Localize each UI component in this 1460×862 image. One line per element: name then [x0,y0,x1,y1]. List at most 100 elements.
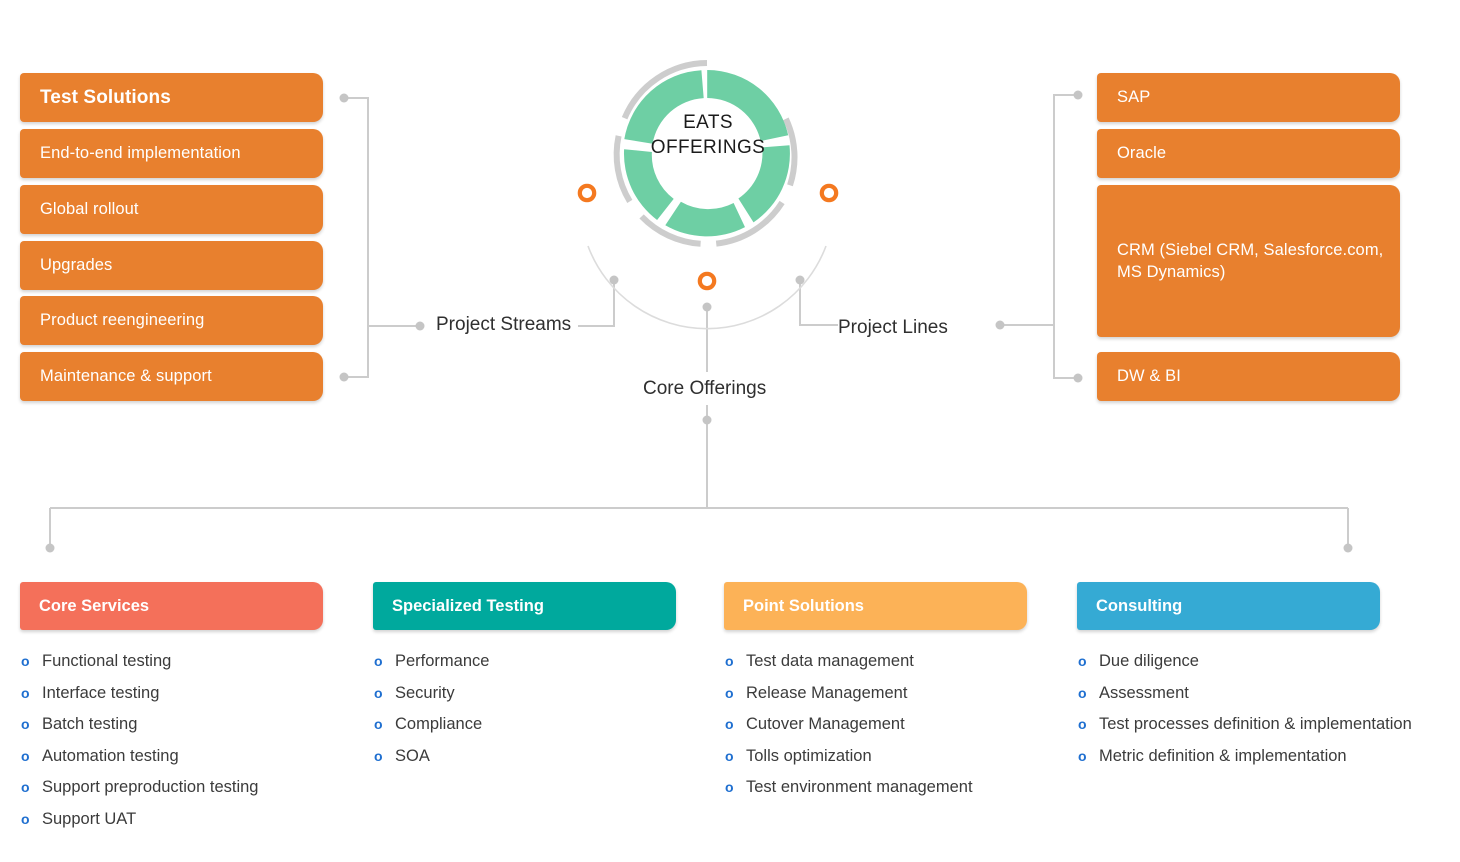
list-item-label: Support UAT [42,809,137,828]
list-item[interactable]: o Compliance [373,715,489,734]
list-item[interactable]: o Functional testing [20,652,258,671]
core-offerings-column-header-1[interactable]: Specialized Testing [373,582,676,630]
list-item-label: Functional testing [42,652,172,670]
pill-label: DW & BI [1117,367,1181,386]
list-item[interactable]: o SOA [373,747,489,766]
core-offerings-list-1: o Performance o Security o Compliance o SOA [373,652,489,778]
list-item-label: Security [395,683,455,702]
column-title: Point Solutions [743,596,864,615]
bullet-icon: o [1078,716,1087,732]
core-offerings-list-0: o Functional testing o Interface testing o… [20,652,258,841]
list-item-label: Batch testing [42,715,138,733]
pill-label: End-to-end implementation [40,144,241,163]
bullet-icon: o [21,810,30,827]
bullet-icon: o [374,747,383,764]
pill-label: Oracle [1117,144,1167,163]
core-offerings-column-header-2[interactable]: Point Solutions [724,582,1027,630]
bullet-icon: o [725,716,734,732]
donut-svg [577,60,839,291]
column-title: Core Services [39,596,150,615]
marker-left-icon [577,183,597,203]
list-item-label: Automation testing [42,746,179,765]
bullet-icon: o [21,653,30,669]
pill-label: Test Solutions [40,86,171,108]
project-streams-item-1[interactable]: End-to-end implementation [20,129,323,178]
list-item[interactable]: o Support UAT [20,810,258,829]
list-item-label: Cutover Management [746,715,905,733]
core-offerings-column-header-3[interactable]: Consulting [1077,582,1380,630]
list-item[interactable]: o Test environment management [724,778,973,797]
list-item[interactable]: o Metric definition & implementation [1077,747,1412,766]
project-lines-item-0[interactable]: SAP [1097,73,1400,122]
donut-segments [623,70,790,237]
list-item[interactable]: o Tolls optimization [724,747,973,766]
right-bracket [1053,94,1078,379]
list-item-label: SOA [395,746,430,765]
pill-label: Product reengineering [40,311,205,330]
bullet-icon: o [1078,684,1087,701]
list-item-label: Test data management [746,652,914,670]
project-streams-item-0[interactable]: Test Solutions [20,73,323,122]
diagram-canvas: EATS OFFERINGS Project Streams Project L… [0,0,1460,862]
bullet-icon: o [725,747,734,764]
project-streams-item-2[interactable]: Global rollout [20,185,323,234]
list-item-label: Support preproduction testing [42,778,259,796]
core-offerings-list-3: o Due diligence o Assessment o Test process… [1077,652,1412,778]
list-item[interactable]: o Security [373,684,489,703]
bullet-icon: o [21,716,30,732]
list-item[interactable]: o Test processes definition & implementat… [1077,715,1412,734]
list-item-label: Tolls optimization [746,746,872,765]
list-item[interactable]: o Due diligence [1077,652,1412,671]
list-item-label: Assessment [1099,683,1189,702]
list-item[interactable]: o Automation testing [20,747,258,766]
bullet-icon: o [1078,747,1087,764]
list-item-label: Performance [395,652,490,670]
bullet-icon: o [374,716,383,732]
project-lines-item-2[interactable]: CRM (Siebel CRM, Salesforce.com, MS Dyna… [1097,185,1400,337]
list-item[interactable]: o Performance [373,652,489,671]
column-title: Consulting [1096,596,1183,615]
list-item[interactable]: o Cutover Management [724,715,973,734]
project-streams-item-4[interactable]: Product reengineering [20,296,323,345]
list-item[interactable]: o Support preproduction testing [20,778,258,797]
eats-offerings-donut: EATS OFFERINGS [553,0,863,320]
label-core-offerings: Core Offerings [643,378,767,399]
label-project-streams: Project Streams [436,314,572,335]
list-item-label: Compliance [395,715,483,733]
marker-right-icon [819,183,839,203]
bullet-icon: o [1078,653,1087,669]
list-item-label: Release Management [746,683,908,702]
core-offerings-column-header-0[interactable]: Core Services [20,582,323,630]
bullet-icon: o [725,779,734,795]
project-lines-item-1[interactable]: Oracle [1097,129,1400,178]
list-item[interactable]: o Test data management [724,652,973,671]
list-item[interactable]: o Interface testing [20,684,258,703]
left-bracket [344,97,369,378]
bullet-icon: o [374,684,383,701]
list-item-label: Test environment management [746,778,973,796]
column-title: Specialized Testing [392,596,544,615]
core-offerings-list-2: o Test data management o Release Managemen… [724,652,973,810]
bullet-icon: o [374,653,383,669]
pill-label: Maintenance & support [40,367,212,386]
pill-label: SAP [1117,88,1151,107]
list-item[interactable]: o Batch testing [20,715,258,734]
marker-bottom-icon [697,271,717,291]
bullet-icon: o [725,653,734,669]
pill-label: CRM (Siebel CRM, Salesforce.com, MS Dyna… [1117,240,1384,281]
list-item[interactable]: o Assessment [1077,684,1412,703]
bullet-icon: o [21,747,30,764]
list-item-label: Test processes definition & implementati… [1099,715,1412,733]
bullet-icon: o [21,779,30,795]
label-project-lines: Project Lines [838,317,948,338]
project-streams-item-5[interactable]: Maintenance & support [20,352,323,401]
pill-label: Upgrades [40,256,113,275]
project-lines-item-3[interactable]: DW & BI [1097,352,1400,401]
list-item-label: Metric definition & implementation [1099,746,1347,765]
bullet-icon: o [21,684,30,701]
bullet-icon: o [725,684,734,701]
list-item-label: Interface testing [42,683,160,702]
list-item-label: Due diligence [1099,652,1199,670]
project-streams-item-3[interactable]: Upgrades [20,241,323,290]
list-item[interactable]: o Release Management [724,684,973,703]
